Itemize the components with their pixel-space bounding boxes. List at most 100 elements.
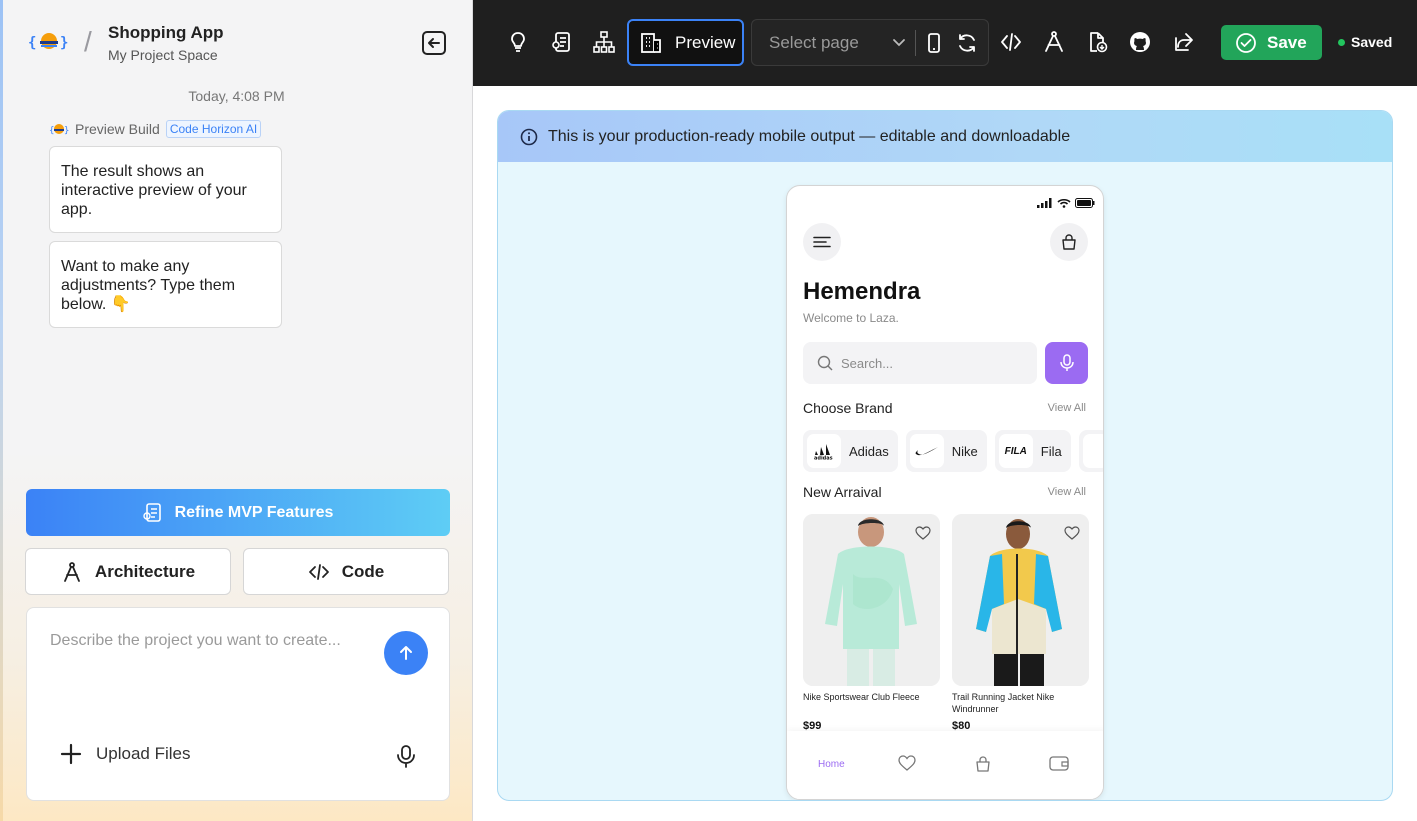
saved-status: Saved	[1338, 34, 1392, 50]
page-select[interactable]: Select page	[751, 19, 989, 66]
chat-panel: { } / Shopping App My Project Space Toda…	[0, 0, 473, 821]
wifi-icon	[1057, 198, 1071, 208]
view-all-arrivals-link[interactable]: View All	[1048, 486, 1086, 498]
info-banner-text: This is your production-ready mobile out…	[548, 127, 1071, 145]
app-logo-icon: { }	[28, 33, 68, 51]
adidas-logo-icon: adidas	[807, 434, 841, 468]
nike-logo-icon	[909, 434, 944, 468]
chevron-down-icon	[893, 39, 905, 47]
architecture-label: Architecture	[94, 561, 196, 581]
phone-preview: Hemendra Welcome to Laza. Search... Choo…	[786, 185, 1104, 800]
microphone-icon[interactable]	[395, 744, 417, 768]
saved-label: Saved	[1351, 34, 1393, 50]
brand-chip-partial[interactable]	[1078, 430, 1103, 472]
code-label: Code	[341, 561, 385, 581]
welcome-text: Welcome to Laza.	[803, 311, 899, 325]
phone-tab-bar: Home	[787, 731, 1103, 799]
prompt-input[interactable]: Describe the project you want to create.…	[50, 632, 341, 650]
architecture-button[interactable]: Architecture	[25, 548, 231, 595]
chat-message: Want to make any adjustments? Type them …	[49, 241, 282, 328]
github-icon[interactable]	[1128, 30, 1152, 54]
brand-chip-adidas[interactable]: adidas Adidas	[803, 430, 898, 472]
chat-timestamp: Today, 4:08 PM	[188, 88, 285, 104]
document-list-icon[interactable]	[550, 30, 574, 54]
compass-icon	[64, 561, 80, 582]
compass-icon[interactable]	[1042, 30, 1066, 54]
product-image	[952, 514, 1089, 686]
send-button[interactable]	[384, 631, 428, 675]
brand-logo-icon	[1082, 434, 1103, 468]
search-icon	[817, 355, 833, 371]
svg-text:adidas: adidas	[814, 456, 833, 461]
product-image	[803, 514, 940, 686]
preview-button[interactable]: Preview	[627, 19, 744, 66]
info-icon	[520, 128, 538, 145]
page-select-value: Select page	[769, 33, 859, 52]
product-name: Nike Sportswear Club Fleece	[803, 692, 920, 702]
tab-cart-bag-icon[interactable]	[974, 755, 992, 773]
product-card[interactable]: Nike Sportswear Club Fleece $99	[803, 514, 940, 732]
voice-search-button[interactable]	[1045, 342, 1088, 384]
save-button[interactable]: Save	[1221, 25, 1322, 60]
menu-button[interactable]	[803, 223, 841, 261]
svg-text:}: }	[60, 35, 68, 51]
divider	[915, 30, 916, 56]
favorite-heart-icon[interactable]	[1064, 526, 1080, 540]
user-greeting-name: Hemendra	[803, 278, 921, 305]
arrow-up-icon	[400, 646, 412, 660]
code-icon	[308, 563, 329, 580]
brand-name: Fila	[1040, 443, 1062, 459]
view-all-brands-link[interactable]: View All	[1048, 402, 1086, 414]
lightbulb-icon[interactable]	[506, 30, 530, 54]
tab-home[interactable]: Home	[818, 759, 845, 770]
bot-header: { } Preview Build Code Horizon AI	[49, 120, 262, 138]
project-header: { } / Shopping App My Project Space	[28, 20, 448, 68]
document-list-icon	[142, 502, 161, 522]
bot-name: Preview Build	[75, 121, 160, 137]
prompt-composer[interactable]: Describe the project you want to create.…	[26, 607, 450, 801]
search-placeholder: Search...	[841, 355, 894, 371]
phone-search-input[interactable]: Search...	[803, 342, 1037, 384]
brand-chip-nike[interactable]: Nike	[905, 430, 987, 472]
refine-mvp-button[interactable]: Refine MVP Features	[26, 489, 450, 536]
toolbar: Preview Select page Save Saved	[473, 0, 1417, 86]
microphone-icon	[1059, 354, 1074, 371]
tab-wallet-icon[interactable]	[1049, 755, 1069, 771]
share-icon[interactable]	[1172, 30, 1196, 54]
save-label: Save	[1267, 32, 1307, 52]
preview-label: Preview	[675, 32, 736, 52]
upload-files-label: Upload Files	[96, 744, 191, 763]
project-space-label: My Project Space	[108, 47, 218, 63]
tab-wishlist-heart-icon[interactable]	[898, 755, 916, 771]
app-title: Shopping App	[108, 23, 224, 42]
signal-icon	[1037, 198, 1052, 208]
mobile-device-icon[interactable]	[926, 32, 942, 54]
plus-icon	[60, 743, 82, 765]
refresh-icon[interactable]	[956, 32, 978, 54]
cart-button[interactable]	[1050, 223, 1088, 261]
collapse-panel-icon[interactable]	[421, 30, 447, 56]
upload-files-button[interactable]: Upload Files	[60, 743, 191, 765]
shopping-bag-icon	[1062, 234, 1076, 250]
fila-logo-icon: FILA	[998, 434, 1033, 468]
svg-text:{: {	[49, 126, 54, 136]
bot-badge: Code Horizon AI	[165, 120, 262, 138]
code-icon[interactable]	[999, 30, 1023, 54]
breadcrumb-separator: /	[84, 26, 92, 57]
sitemap-icon[interactable]	[592, 30, 616, 54]
document-download-icon[interactable]	[1085, 30, 1109, 54]
code-button[interactable]: Code	[243, 548, 449, 595]
favorite-heart-icon[interactable]	[915, 526, 931, 540]
new-arrival-heading: New Arraival	[803, 484, 882, 500]
brand-chip-fila[interactable]: FILA Fila	[994, 430, 1071, 472]
choose-brand-heading: Choose Brand	[803, 400, 893, 416]
preview-workspace: Preview Select page Save Saved This is y…	[473, 0, 1417, 821]
chat-message: The result shows an interactive preview …	[49, 146, 282, 233]
preview-stage: This is your production-ready mobile out…	[497, 110, 1393, 801]
refine-mvp-label: Refine MVP Features	[174, 503, 334, 521]
building-icon	[641, 32, 661, 53]
product-card[interactable]: Trail Running Jacket Nike Windrunner $80	[952, 514, 1089, 732]
menu-icon	[813, 236, 831, 248]
brand-name: Nike	[951, 443, 978, 459]
battery-icon	[1075, 198, 1095, 208]
